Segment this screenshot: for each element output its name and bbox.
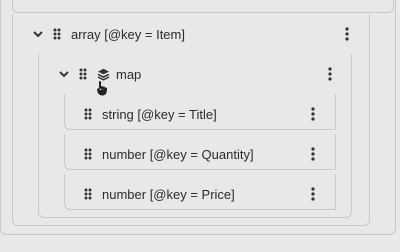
chevron-down-icon[interactable] [58, 68, 70, 80]
drag-handle-icon[interactable] [84, 188, 92, 200]
field-label-price: number [@key = Price] [102, 186, 235, 202]
field-label-title: string [@key = Title] [102, 106, 217, 122]
drag-handle-icon[interactable] [84, 108, 92, 120]
kebab-menu-icon[interactable] [311, 107, 315, 121]
hand-pointer-icon [97, 81, 107, 96]
map-node-label: map [116, 66, 142, 82]
drag-handle-icon[interactable] [53, 28, 61, 40]
drag-handle-icon[interactable] [79, 68, 87, 80]
chevron-down-icon[interactable] [32, 28, 44, 40]
kebab-menu-icon[interactable] [328, 67, 332, 81]
kebab-menu-icon[interactable] [311, 147, 315, 161]
kebab-menu-icon[interactable] [345, 27, 349, 41]
top-panel [12, 0, 394, 13]
field-row-title[interactable]: string [@key = Title] [84, 100, 217, 128]
array-node-row[interactable]: array [@key = Item] [32, 20, 185, 48]
array-node-label: array [@key = Item] [71, 26, 185, 42]
kebab-menu-icon[interactable] [311, 187, 315, 201]
field-row-price[interactable]: number [@key = Price] [84, 180, 235, 208]
drag-handle-icon[interactable] [84, 148, 92, 160]
field-label-quantity: number [@key = Quantity] [102, 146, 254, 162]
layers-icon [97, 68, 110, 81]
field-row-quantity[interactable]: number [@key = Quantity] [84, 140, 254, 168]
